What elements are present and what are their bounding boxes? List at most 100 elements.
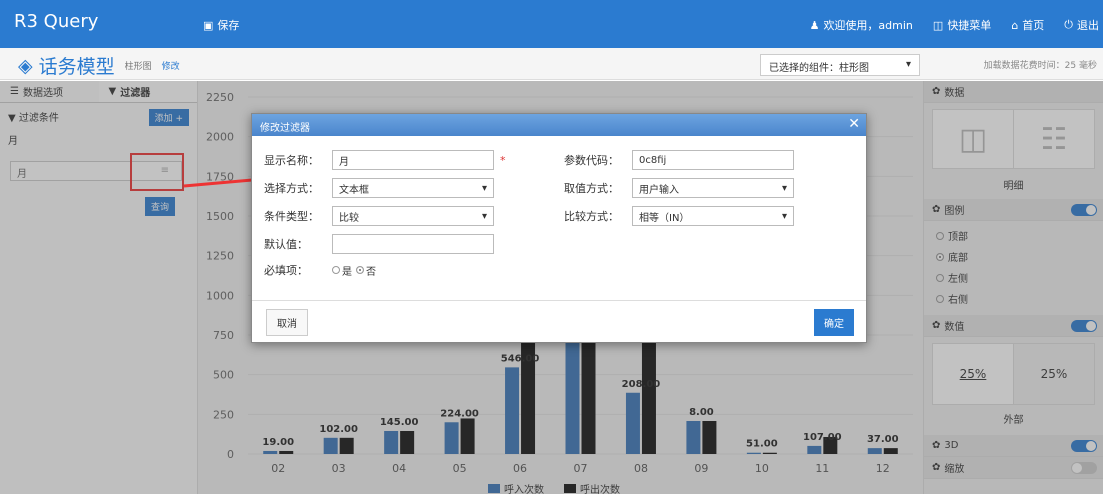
logout-button[interactable]: ⏻ 退出 (1064, 17, 1099, 33)
save-label: 保存 (217, 19, 240, 32)
x-tick-label: 10 (755, 462, 769, 475)
cube-icon: ◈ (18, 54, 33, 77)
data-section-label: 数据 (944, 88, 965, 99)
logout-label: 退出 (1077, 19, 1099, 32)
y-tick-label: 250 (213, 408, 234, 421)
legend-swatch (564, 484, 576, 493)
filter-conditions-label: 过滤条件 (18, 113, 59, 124)
user-icon: ♟ (809, 18, 820, 32)
zoom-toggle[interactable] (1071, 462, 1097, 474)
y-tick-label: 0 (227, 448, 234, 461)
close-icon[interactable]: ✕ (848, 116, 860, 132)
caret-down-icon: ▾ (481, 182, 487, 194)
layout-list-icon[interactable]: ☷ (1014, 110, 1094, 168)
cancel-button[interactable]: 取消 (266, 309, 308, 336)
tab-data-options[interactable]: ☰ 数据选项 (0, 81, 99, 102)
value-mode-value: 用户输入 (639, 184, 679, 196)
layout-split-icon[interactable]: ◫ (933, 110, 1014, 168)
required-no-radio[interactable]: 否 (356, 263, 376, 278)
bar-incoming (686, 420, 701, 454)
save-button[interactable]: ▣ 保存 (203, 17, 239, 33)
value-mode-select[interactable]: 用户输入 ▾ (632, 178, 794, 198)
home-button[interactable]: ⌂ 首页 (1011, 17, 1044, 33)
required-no-label: 否 (366, 266, 376, 278)
legend-option-label: 左侧 (948, 274, 968, 285)
bar-incoming (867, 448, 882, 454)
user-menu[interactable]: ♟ 欢迎使用，admin (810, 17, 913, 33)
data-section-header[interactable]: ✿ 数据 (924, 81, 1103, 103)
data-label: 546.00 (501, 353, 540, 364)
edit-link[interactable]: 修改 (162, 59, 180, 72)
legend-label: 呼入次数 (504, 483, 544, 494)
bar-outgoing (702, 420, 717, 454)
required-yes-radio[interactable]: 是 (332, 263, 352, 278)
power-icon: ⏻ (1064, 18, 1073, 31)
3d-toggle[interactable] (1071, 440, 1097, 452)
cond-type-select[interactable]: 比较 ▾ (332, 206, 494, 226)
bar-incoming (505, 367, 520, 454)
select-mode-label: 选择方式： (264, 182, 319, 195)
bar-incoming (807, 445, 822, 454)
gear-icon: ✿ (932, 204, 941, 215)
data-label: 145.00 (380, 417, 419, 428)
legend-option[interactable]: 左侧 (924, 267, 1103, 288)
bar-outgoing (641, 327, 656, 454)
legend-option[interactable]: 顶部 (924, 225, 1103, 246)
x-tick-label: 11 (815, 462, 829, 475)
load-time: 加载数据花费时间：25 毫秒 (983, 61, 1097, 71)
page-title: 话务模型 (38, 56, 115, 78)
cond-type-label: 条件类型： (264, 210, 319, 223)
highlight-box (130, 153, 184, 191)
legend-option[interactable]: 右侧 (924, 288, 1103, 309)
param-code-value: 0c8fij (639, 154, 667, 166)
bar-outgoing (400, 430, 415, 454)
add-filter-button[interactable]: 添加 + (148, 109, 189, 126)
component-select[interactable]: 已选择的组件：柱形图 ▾ (760, 54, 920, 76)
dialog-footer: 取消 确定 (252, 300, 866, 342)
compare-mode-select[interactable]: 相等（IN） ▾ (632, 206, 794, 226)
shortcut-menu-label: 快捷菜单 (947, 19, 992, 32)
data-label: 19.00 (262, 437, 294, 448)
query-button[interactable]: 查询 (145, 197, 176, 216)
param-code-input[interactable]: 0c8fij (632, 150, 794, 170)
bar-outgoing (762, 452, 777, 454)
detail-label: 明细 (1003, 181, 1024, 192)
legend-toggle[interactable] (1071, 204, 1097, 216)
gear-icon: ✿ (932, 462, 941, 473)
shortcut-menu-button[interactable]: ◫ 快捷菜单 (933, 17, 991, 33)
3d-section-label: 3D (944, 440, 959, 451)
required-label: 必填项： (264, 264, 308, 277)
confirm-button[interactable]: 确定 (814, 309, 854, 336)
legend-option[interactable]: 底部 (924, 246, 1103, 267)
value-option-right[interactable]: 25% (1014, 344, 1094, 404)
legend-section-label: 图例 (944, 206, 965, 217)
bar-outgoing (460, 418, 475, 454)
x-tick-label: 08 (634, 462, 648, 475)
x-tick-label: 09 (694, 462, 708, 475)
display-name-input[interactable]: 月 (332, 150, 494, 170)
data-label: 224.00 (440, 408, 479, 419)
value-position-label: 外部 (1003, 415, 1024, 426)
y-tick-label: 2000 (206, 131, 234, 144)
tab-filter[interactable]: ▼ 过滤器 (98, 81, 197, 102)
dialog-title: 修改过滤器 (260, 123, 310, 134)
bar-incoming (323, 437, 338, 454)
component-select-value: 已选择的组件：柱形图 (769, 63, 869, 74)
value-option-left[interactable]: 25% (933, 344, 1014, 404)
default-value-input[interactable] (332, 234, 494, 254)
right-panel: ✿ 数据 ◫ ☷ 明细 ✿ 图例 顶部 底部 左侧 右侧 ✿ 数值 25% 25% 外部 ✿… (923, 81, 1103, 494)
value-toggle[interactable] (1071, 320, 1097, 332)
value-mode-label: 取值方式： (564, 182, 619, 195)
legend-label: 呼出次数 (580, 483, 620, 494)
welcome-text: 欢迎使用，admin (823, 19, 913, 32)
display-name-label: 显示名称： (264, 154, 319, 167)
radio-icon (936, 294, 944, 303)
param-code-label: 参数代码： (564, 154, 619, 167)
select-mode-select[interactable]: 文本框 ▾ (332, 178, 494, 198)
y-tick-label: 1500 (206, 210, 234, 223)
bar-incoming (746, 452, 761, 454)
gear-icon: ✿ (932, 320, 941, 331)
y-tick-label: 1250 (206, 250, 234, 263)
caret-down-icon: ▾ (481, 210, 487, 222)
bar-incoming (565, 327, 580, 454)
